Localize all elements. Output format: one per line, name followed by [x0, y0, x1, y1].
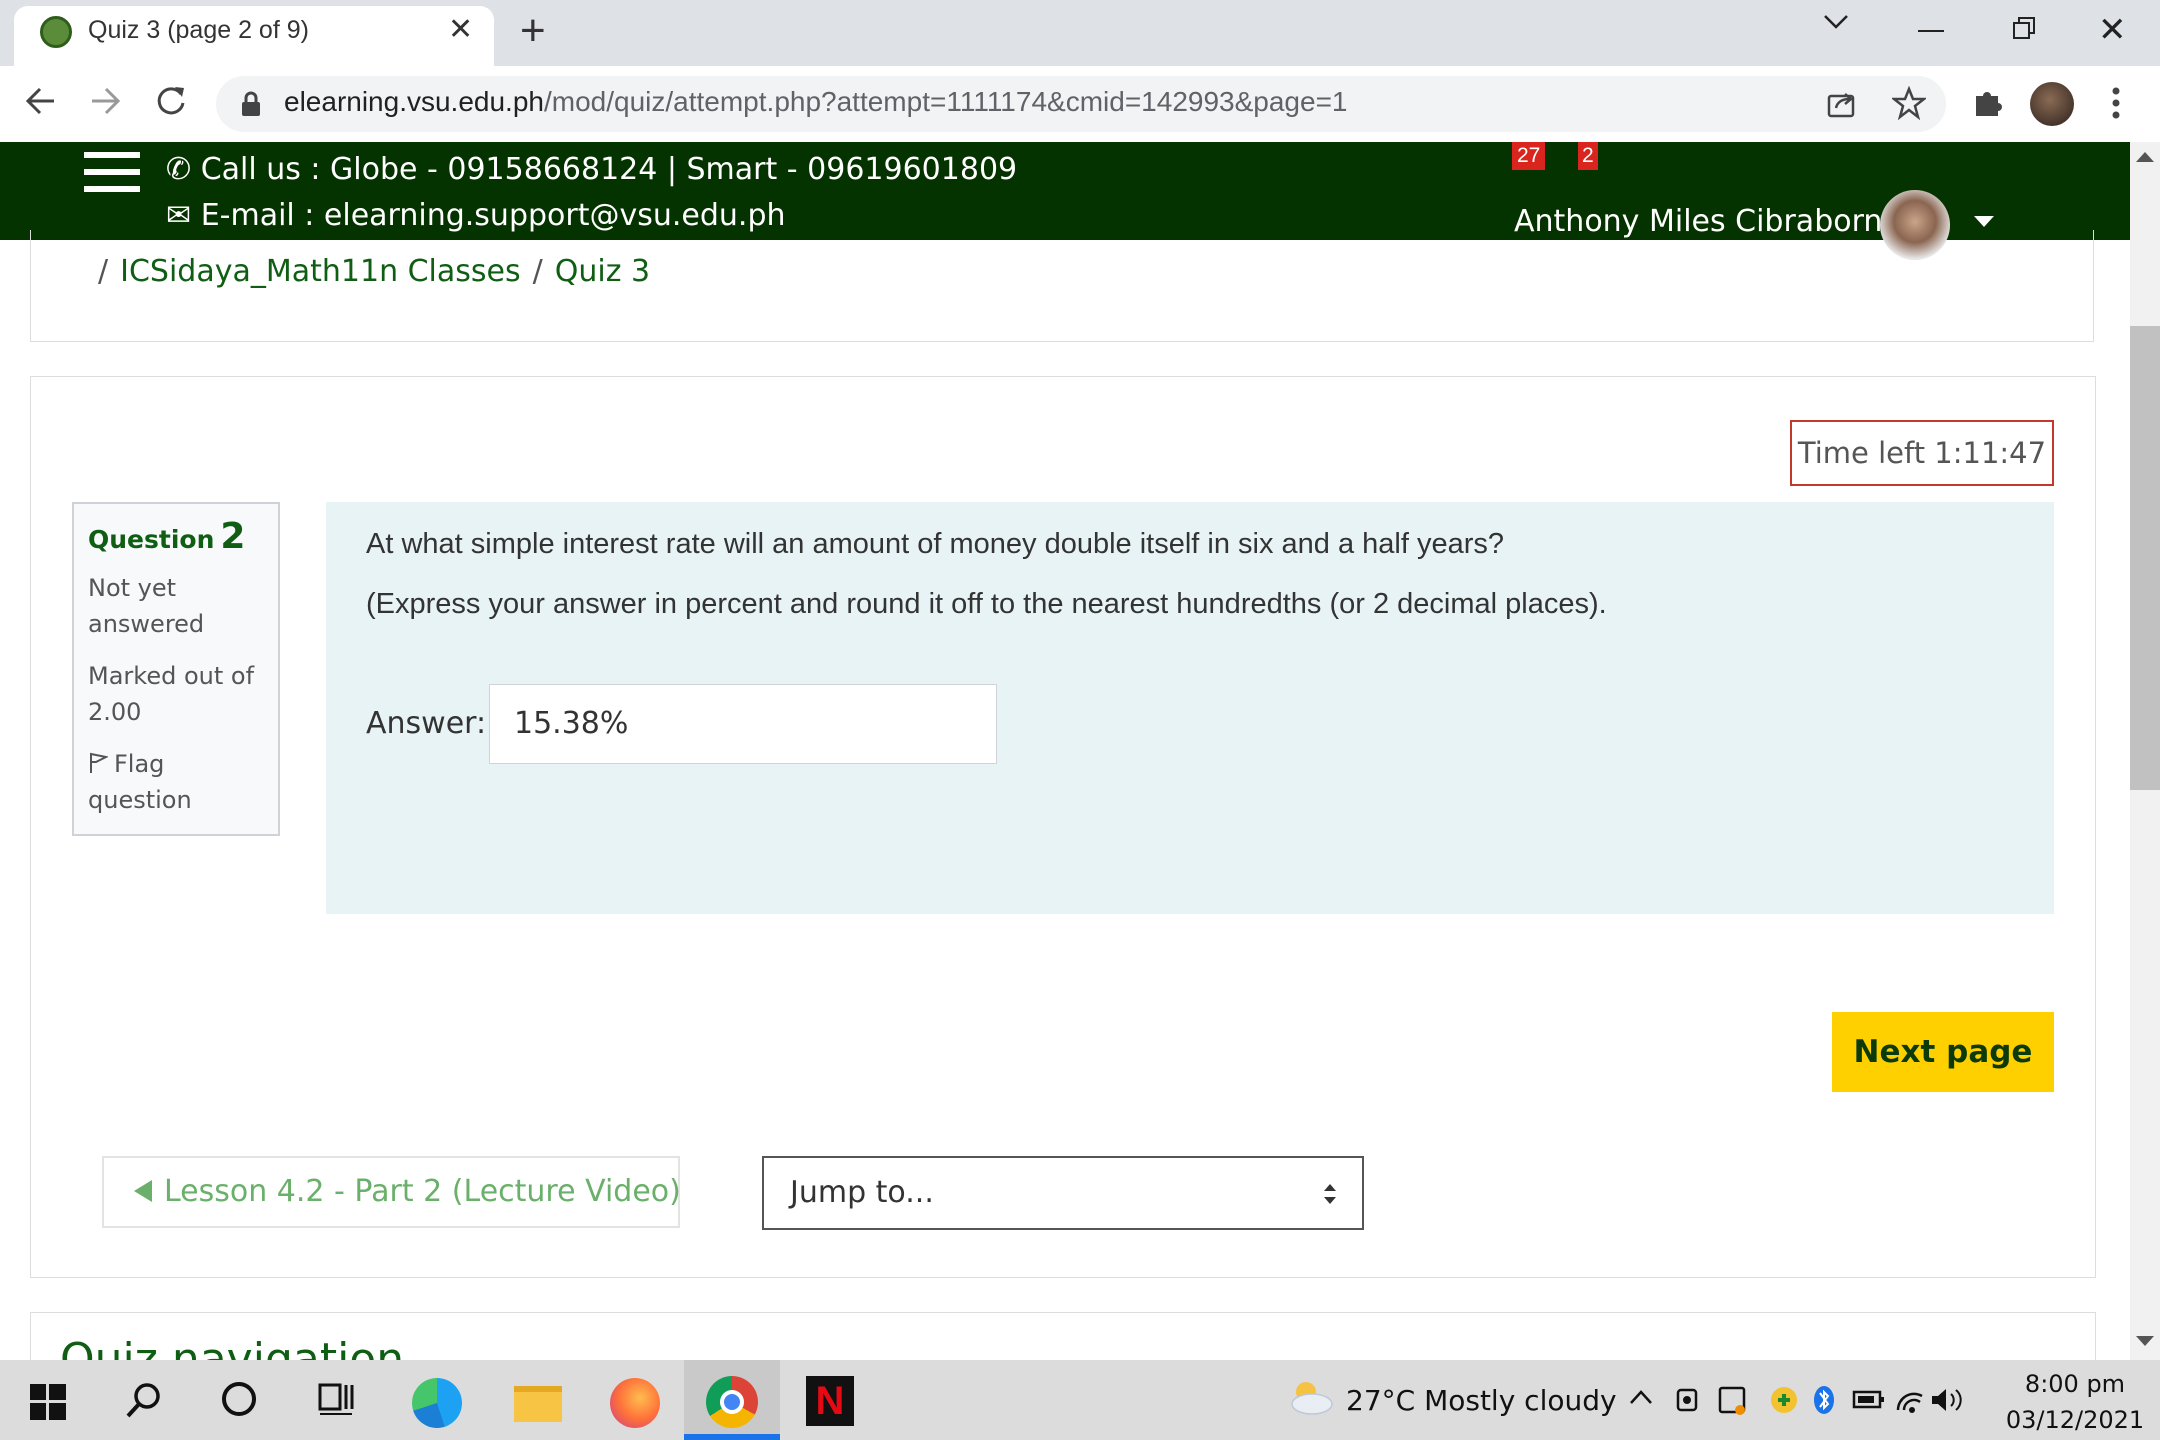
question-text: At what simple interest rate will an amo…	[366, 528, 1505, 560]
back-arrow-icon[interactable]	[24, 84, 58, 118]
breadcrumb-separator: /	[532, 254, 543, 289]
left-triangle-icon	[134, 1180, 152, 1202]
hamburger-menu-icon[interactable]	[84, 152, 140, 192]
tab-title: Quiz 3 (page 2 of 9)	[88, 16, 309, 44]
clock-time: 8:00 pm	[2024, 1370, 2126, 1398]
scroll-down-arrow-icon[interactable]	[2136, 1336, 2154, 1346]
answer-label: Answer:	[366, 706, 487, 741]
window-minimize-icon[interactable]	[1918, 30, 1944, 32]
windows-start-icon[interactable]	[30, 1384, 66, 1420]
phone-icon: ✆	[166, 152, 201, 187]
url-host: elearning.vsu.edu.ph	[284, 86, 544, 117]
contact-email: ✉ E-mail : elearning.support@vsu.edu.ph	[166, 198, 786, 233]
url-text[interactable]: elearning.vsu.edu.ph/mod/quiz/attempt.ph…	[284, 86, 1348, 118]
taskbar-search-icon[interactable]	[124, 1380, 164, 1420]
forward-arrow-icon[interactable]	[88, 84, 122, 118]
jump-to-select[interactable]: Jump to...	[762, 1156, 1364, 1230]
flag-question-link[interactable]: Flag question	[88, 746, 268, 818]
quiz-navigation-title: Quiz navigation	[60, 1334, 405, 1360]
question-number: Question 2	[88, 516, 245, 557]
firefox-icon[interactable]	[610, 1378, 660, 1428]
question-label: Question	[88, 525, 215, 554]
previous-activity-label: Lesson 4.2 - Part 2 (Lecture Video)	[164, 1174, 681, 1209]
envelope-icon: ✉	[166, 198, 201, 233]
site-favicon-icon	[40, 16, 72, 48]
window-restore-icon[interactable]	[2012, 16, 2036, 40]
cortana-icon[interactable]	[222, 1382, 256, 1416]
quiz-timer: Time left 1:11:47	[1790, 420, 2054, 486]
netflix-icon[interactable]: N	[806, 1376, 854, 1426]
active-app-indicator	[684, 1434, 780, 1440]
weather-cloud-icon[interactable]	[1286, 1378, 1334, 1418]
bookmark-star-icon[interactable]	[1892, 86, 1926, 120]
reload-icon[interactable]	[154, 84, 188, 118]
task-view-icon[interactable]	[318, 1382, 354, 1416]
question-instructions: (Express your answer in percent and roun…	[366, 588, 1607, 620]
browser-profile-avatar[interactable]	[2030, 82, 2074, 126]
url-path: /mod/quiz/attempt.php?attempt=1111174&cm…	[543, 86, 1348, 117]
previous-activity-link[interactable]: Lesson 4.2 - Part 2 (Lecture Video)	[102, 1156, 681, 1228]
clock-date: 03/12/2021	[2005, 1406, 2145, 1434]
window-close-icon[interactable]: ✕	[2098, 10, 2127, 50]
wifi-icon	[1896, 1392, 1923, 1413]
scroll-up-arrow-icon[interactable]	[2136, 152, 2154, 162]
jump-to-value: Jump to...	[790, 1175, 934, 1210]
breadcrumb-item-quiz[interactable]: Quiz 3	[555, 254, 650, 289]
edge-browser-icon[interactable]	[412, 1378, 462, 1428]
file-explorer-icon[interactable]	[514, 1386, 562, 1422]
system-tray	[1674, 1382, 1974, 1422]
messages-badge[interactable]: 2	[1578, 142, 1598, 170]
battery-icon	[1852, 1390, 1884, 1409]
tab-search-chevron-icon[interactable]	[1822, 12, 1850, 32]
meet-now-icon	[1676, 1388, 1698, 1412]
volume-icon	[1932, 1389, 1962, 1411]
extensions-puzzle-icon[interactable]	[1972, 86, 2004, 118]
flag-icon	[88, 752, 108, 774]
share-icon[interactable]	[1826, 88, 1858, 120]
lock-icon[interactable]	[240, 91, 262, 117]
question-number-value: 2	[220, 516, 246, 557]
select-updown-icon	[1322, 1182, 1338, 1206]
tab-close-icon[interactable]: ✕	[448, 12, 473, 47]
weather-text[interactable]: 27°C Mostly cloudy	[1346, 1384, 1617, 1417]
bluetooth-icon	[1814, 1386, 1834, 1414]
new-tab-icon[interactable]: +	[520, 6, 546, 56]
scrollbar-thumb[interactable]	[2130, 326, 2160, 790]
tray-overflow-chevron-icon[interactable]	[1628, 1388, 1654, 1406]
contact-phone-text: Call us : Globe - 09158668124 | Smart - …	[200, 152, 1018, 187]
tablet-icon	[1718, 1386, 1746, 1415]
question-state: Not yet answered	[88, 574, 205, 638]
contact-phone: ✆ Call us : Globe - 09158668124 | Smart …	[166, 152, 1017, 187]
answer-input[interactable]: 15.38%	[489, 684, 997, 764]
vpn-shield-icon	[1771, 1387, 1797, 1413]
chrome-icon-center	[720, 1390, 744, 1414]
breadcrumb-separator: /	[98, 254, 109, 289]
question-grade: Marked out of 2.00	[88, 662, 255, 726]
next-page-button[interactable]: Next page	[1832, 1012, 2054, 1092]
user-menu-caret-icon[interactable]	[1974, 216, 1994, 227]
breadcrumb: / ICSidaya_Math11n Classes / Quiz 3	[86, 254, 650, 289]
taskbar-clock[interactable]: 8:00 pm 03/12/2021	[2000, 1366, 2150, 1438]
notifications-badge[interactable]: 27	[1512, 142, 1546, 170]
quiz-navigation-clip: Quiz navigation	[0, 1312, 2130, 1360]
browser-menu-kebab-icon[interactable]	[2112, 86, 2120, 120]
contact-email-text: E-mail : elearning.support@vsu.edu.ph	[200, 198, 786, 233]
breadcrumb-item-course[interactable]: ICSidaya_Math11n Classes	[120, 254, 521, 289]
